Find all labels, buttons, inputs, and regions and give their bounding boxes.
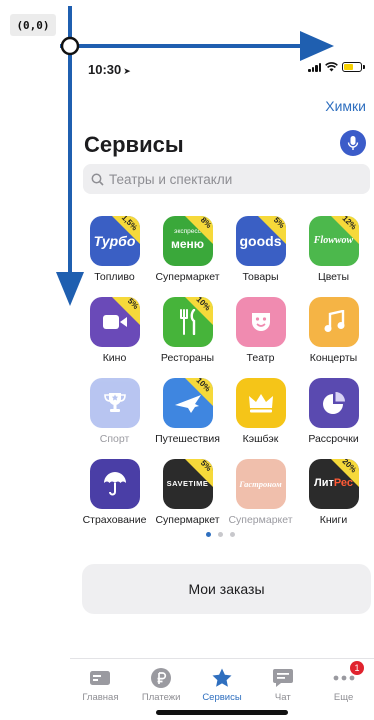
tab-more-dots[interactable]: Еще 1	[313, 659, 374, 720]
service-label: Кэшбэк	[242, 433, 279, 445]
service-label: Супермаркет	[155, 271, 220, 283]
savetime-logo-icon: SAVETIME 5%	[162, 459, 213, 509]
service-tile[interactable]: Спорт	[78, 378, 151, 447]
service-label: Концерты	[309, 352, 358, 364]
origin-label: (0,0)	[10, 14, 56, 36]
service-tile[interactable]: 10% Рестораны	[151, 297, 224, 366]
cellular-signal-icon	[308, 62, 321, 72]
tab-label: Чат	[274, 692, 291, 703]
express-menu-logo-icon: экспресс меню 8%	[162, 216, 213, 266]
music-note-icon	[308, 297, 359, 347]
litres-logo-icon: ЛитРес 20%	[308, 459, 359, 509]
card-icon	[89, 667, 111, 689]
page-dot[interactable]	[206, 532, 211, 537]
service-label: Спорт	[99, 433, 130, 445]
service-label: Путешествия	[155, 433, 220, 445]
voice-search-button[interactable]	[340, 130, 366, 156]
search-icon	[91, 173, 104, 186]
search-input[interactable]	[109, 171, 359, 187]
service-tile[interactable]: Турбо 1,5% Топливо	[78, 216, 151, 285]
home-indicator	[156, 710, 288, 715]
airplane-icon: 10%	[162, 378, 213, 428]
service-label: Рестораны	[160, 352, 215, 364]
service-label: Товары	[242, 271, 279, 283]
umbrella-icon	[89, 459, 140, 509]
ruble-icon	[150, 667, 172, 689]
service-label: Рассрочки	[308, 433, 359, 445]
service-label: Книги	[319, 514, 348, 526]
battery-icon	[342, 62, 365, 72]
chat-icon	[272, 667, 294, 689]
service-tile[interactable]: Кэшбэк	[224, 378, 297, 447]
theatre-mask-icon	[235, 297, 286, 347]
service-tile[interactable]: Гастроном Супермаркет	[224, 459, 297, 528]
notification-badge: 1	[349, 661, 364, 675]
location-arrow-icon: ➤	[123, 66, 131, 76]
service-label: Супермаркет	[228, 514, 293, 526]
turbo-logo-icon: Турбо 1,5%	[89, 216, 140, 266]
service-tile[interactable]: 10% Путешествия	[151, 378, 224, 447]
tab-card[interactable]: Главная	[70, 659, 131, 720]
phone-screen: 10:30➤ Химки Сервисы Турбо1,5% Топливо экс…	[70, 46, 374, 720]
service-label: Кино	[102, 352, 127, 364]
tab-label: Сервисы	[202, 692, 242, 703]
services-grid: Турбо 1,5% Топливо экспресс меню 8% Супермарке…	[78, 216, 370, 528]
service-tile[interactable]: Театр	[224, 297, 297, 366]
page-dot[interactable]	[230, 532, 235, 537]
service-tile[interactable]: Flowwow 12% Цветы	[297, 216, 370, 285]
tab-label: Главная	[82, 692, 119, 703]
gastronom-logo-icon: Гастроном	[235, 459, 286, 509]
service-label: Топливо	[94, 271, 135, 283]
trophy-icon	[89, 378, 140, 428]
tab-label: Платежи	[141, 692, 181, 703]
tab-label: Еще	[333, 692, 354, 703]
wifi-icon	[325, 62, 338, 72]
microphone-icon	[347, 136, 359, 150]
service-tile[interactable]: ЛитРес 20% Книги	[297, 459, 370, 528]
search-bar[interactable]	[83, 164, 370, 194]
service-tile[interactable]: SAVETIME 5% Супермаркет	[151, 459, 224, 528]
service-label: Страхование	[82, 514, 147, 526]
fork-knife-icon: 10%	[162, 297, 213, 347]
page-dot[interactable]	[218, 532, 223, 537]
service-label: Супермаркет	[155, 514, 220, 526]
flowwow-logo-icon: Flowwow 12%	[308, 216, 359, 266]
service-icon-text: Гастроном	[239, 478, 282, 489]
service-tile[interactable]: Концерты	[297, 297, 370, 366]
status-time: 10:30 ➤	[88, 62, 131, 77]
page-title: Сервисы	[84, 132, 184, 157]
crown-icon	[235, 378, 286, 428]
service-tile[interactable]: 5% Кино	[78, 297, 151, 366]
video-camera-icon: 5%	[89, 297, 140, 347]
service-tile[interactable]: goods 5% Товары	[224, 216, 297, 285]
star-icon	[211, 667, 233, 689]
pie-chart-icon	[308, 378, 359, 428]
city-selector[interactable]: Химки	[325, 98, 366, 114]
page-indicator	[206, 532, 235, 537]
status-bar: 10:30 ➤	[70, 60, 374, 78]
goods-logo-icon: goods 5%	[235, 216, 286, 266]
service-tile[interactable]: экспресс меню 8% Супермаркет	[151, 216, 224, 285]
service-label: Цветы	[317, 271, 350, 283]
service-label: Театр	[246, 352, 275, 364]
service-tile[interactable]: Рассрочки	[297, 378, 370, 447]
service-tile[interactable]: Страхование	[78, 459, 151, 528]
my-orders-button[interactable]: Мои заказы	[82, 564, 371, 614]
